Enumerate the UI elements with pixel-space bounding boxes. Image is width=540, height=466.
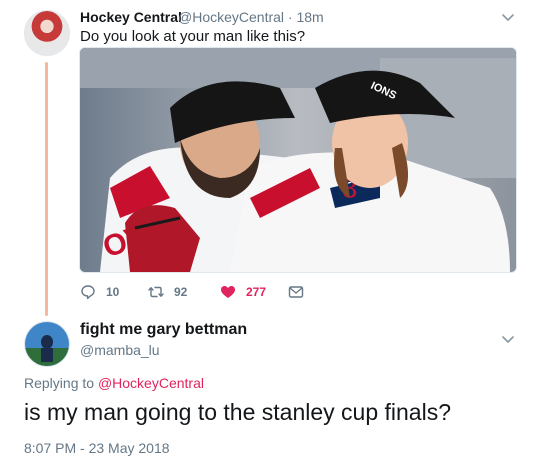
tweet-menu-chevron-down-icon[interactable]: [499, 8, 517, 26]
reply-author-handle[interactable]: @mamba_lu: [80, 342, 160, 358]
reply-author-name[interactable]: fight me gary bettman: [80, 321, 247, 339]
like-count: 277: [246, 285, 267, 299]
retweet-action[interactable]: 92: [148, 284, 187, 300]
dm-icon: [288, 286, 304, 298]
tweet-author-name[interactable]: Hockey Central: [80, 9, 182, 25]
avatar-photo: [25, 322, 69, 366]
tweet-text: Do you look at your man like this?: [80, 28, 306, 45]
tweet-author-handle[interactable]: @HockeyCentral: [178, 9, 284, 25]
retweet-icon: [148, 286, 164, 298]
hockey-players-hug-photo: 8 OV IONS: [80, 48, 516, 272]
reply-count: 10: [106, 285, 120, 299]
retweet-count: 92: [174, 285, 188, 299]
reply-action[interactable]: 10: [80, 284, 119, 300]
like-action[interactable]: 277: [220, 284, 266, 300]
direct-message-action[interactable]: [288, 284, 304, 300]
tweet-actions-bar: 10 92 277: [80, 284, 320, 302]
reply-timestamp[interactable]: 8:07 PM - 23 May 2018: [24, 440, 170, 456]
tweet-media-photo[interactable]: 8 OV IONS: [79, 47, 517, 273]
heart-icon: [221, 286, 235, 298]
replying-to-line: Replying to @HockeyCentral: [24, 375, 204, 391]
tweet-time[interactable]: 18m: [296, 9, 323, 25]
thread-connector-line: [45, 62, 48, 316]
reply-menu-chevron-down-icon[interactable]: [499, 330, 517, 348]
reply-icon: [81, 285, 95, 300]
tweet-author-meta: @HockeyCentral · 18m: [178, 9, 324, 25]
replying-to-label: Replying to: [24, 375, 95, 391]
hockey-central-avatar[interactable]: [24, 10, 70, 56]
reply-text: is my man going to the stanley cup final…: [24, 399, 452, 425]
mamba-lu-avatar[interactable]: [24, 321, 70, 367]
replying-to-link[interactable]: @HockeyCentral: [98, 375, 204, 391]
